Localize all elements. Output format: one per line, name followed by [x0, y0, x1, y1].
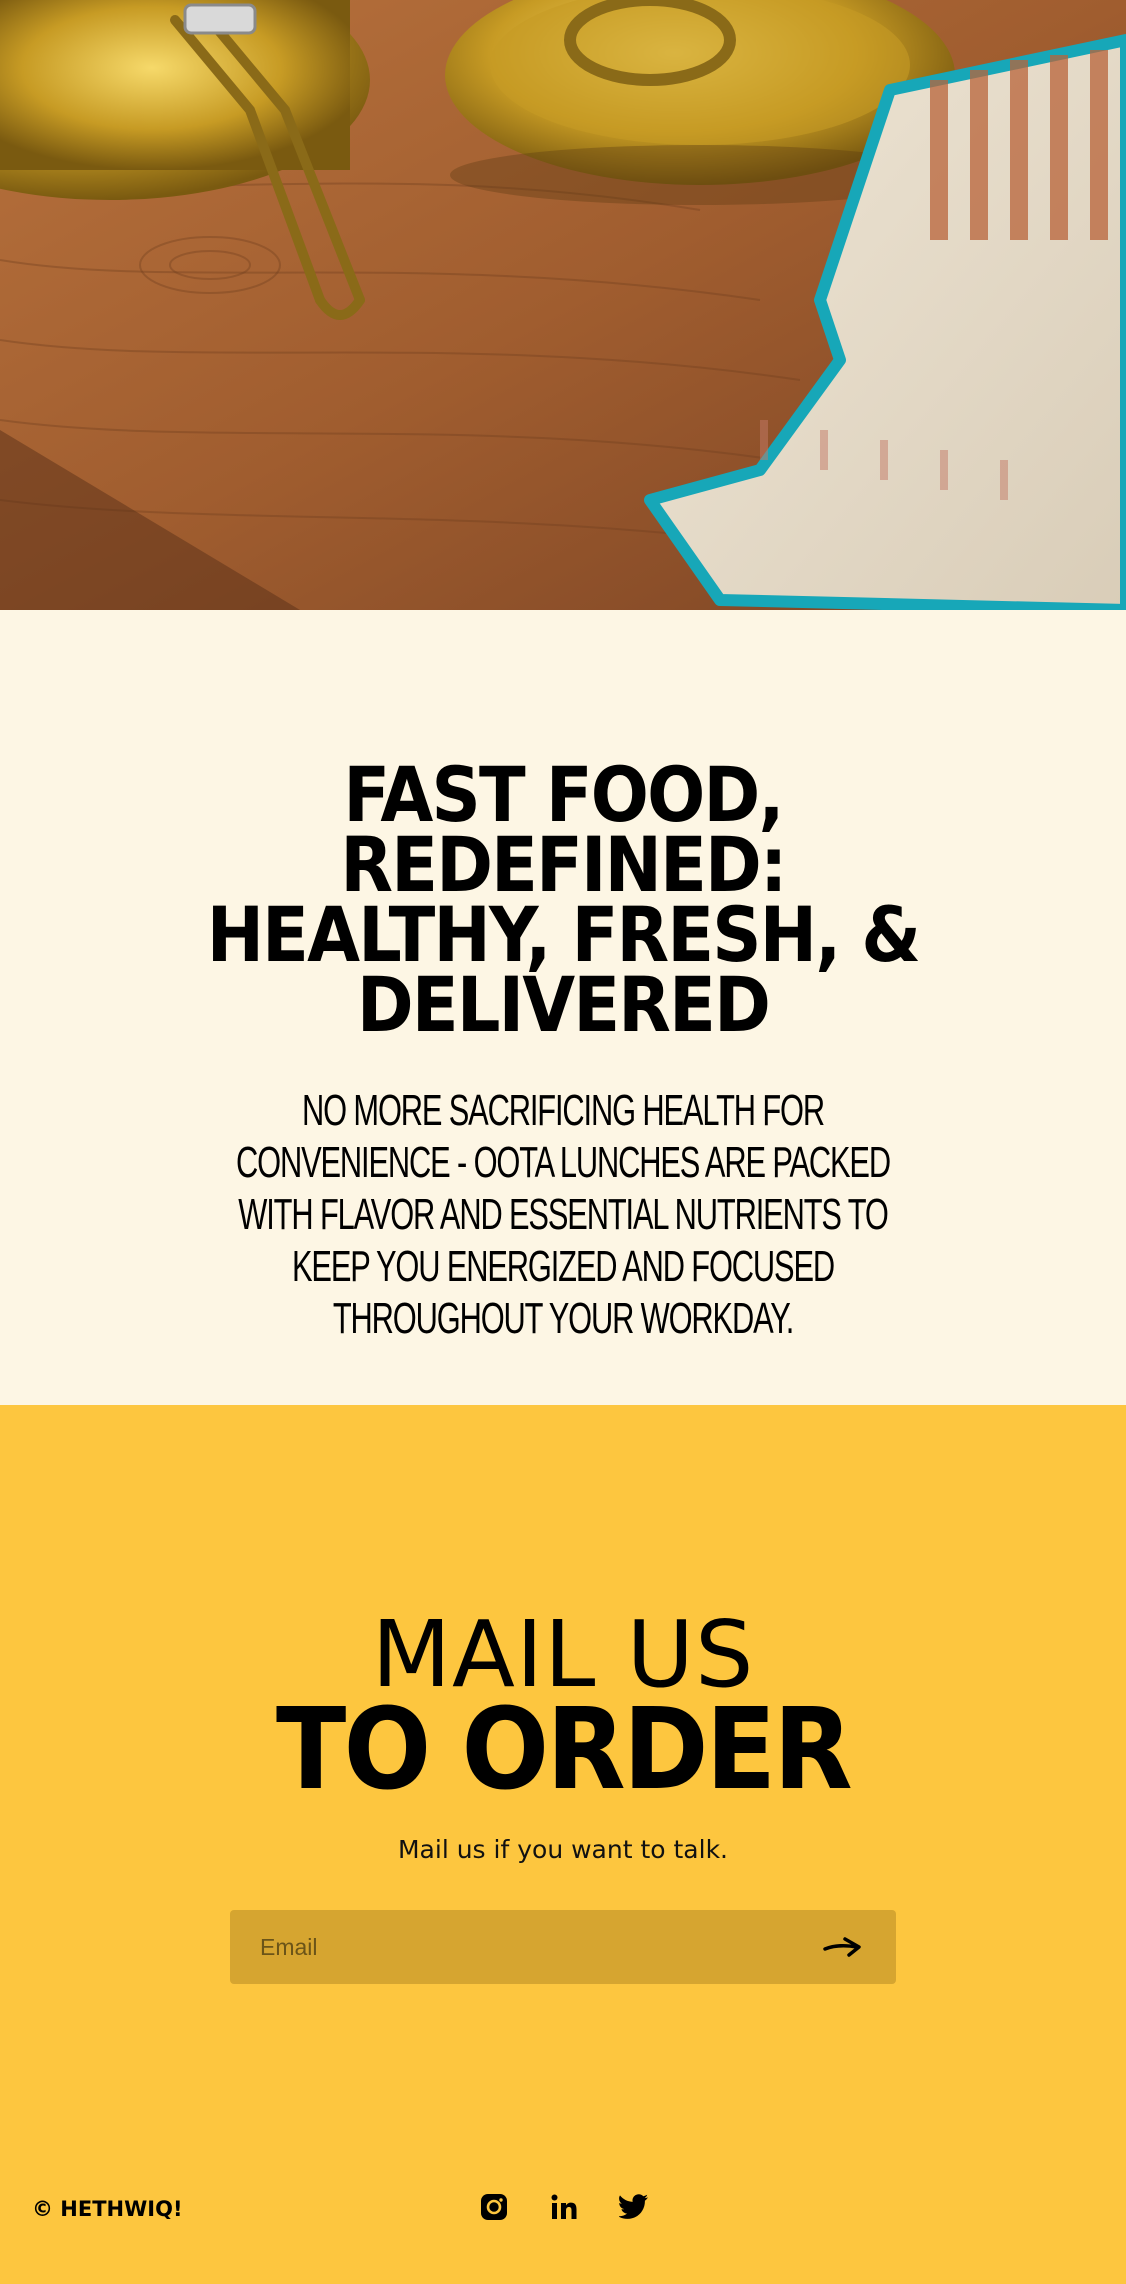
social-links: [478, 2191, 650, 2223]
submit-button[interactable]: [820, 1927, 866, 1967]
copyright: © HETHWIQ!: [32, 2197, 183, 2221]
instagram-icon: [481, 2194, 507, 2220]
mail-subtitle: Mail us if you want to talk.: [397, 1835, 729, 1864]
twitter-link[interactable]: [618, 2191, 650, 2223]
linkedin-icon: [551, 2194, 577, 2219]
intro-body: NO MORE SACRIFICING HEALTH FOR CONVENIEN…: [236, 1086, 891, 1343]
twitter-icon: [619, 2194, 648, 2219]
instagram-link[interactable]: [478, 2191, 510, 2223]
intro-title-line: DELIVERED: [356, 960, 771, 1049]
intro-title: FAST FOOD, REDEFINED: HEALTHY, FRESH, & …: [56, 757, 1069, 1049]
linkedin-link[interactable]: [548, 2191, 580, 2223]
hero-image: [0, 0, 1126, 610]
mail-title-line-2: TO ORDER: [276, 1685, 853, 1815]
email-input[interactable]: [260, 1933, 820, 1961]
hero-photo: [0, 0, 1126, 610]
mail-section: MAIL US TO ORDER Mail us if you want to …: [0, 1405, 1126, 2284]
email-form: [230, 1910, 896, 1984]
arrow-right-icon: [823, 1937, 861, 1957]
intro-body-wrap: NO MORE SACRIFICING HEALTH FOR CONVENIEN…: [0, 1085, 1126, 1345]
intro-section: FAST FOOD, REDEFINED: HEALTHY, FRESH, & …: [0, 610, 1126, 1405]
